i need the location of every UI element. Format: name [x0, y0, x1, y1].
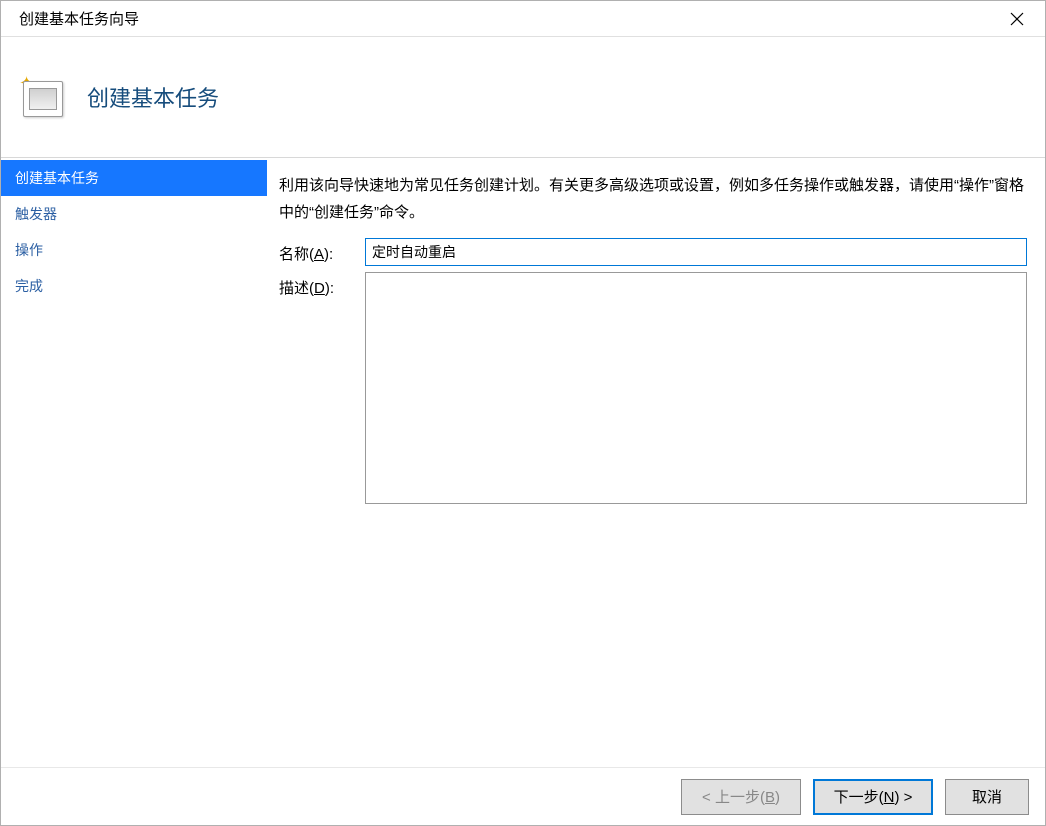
- wizard-description: 利用该向导快速地为常见任务创建计划。有关更多高级选项或设置，例如多任务操作或触发…: [279, 172, 1027, 226]
- wizard-header-title: 创建基本任务: [87, 81, 219, 113]
- sidebar-item-label: 创建基本任务: [15, 168, 99, 188]
- wizard-sidebar: 创建基本任务 触发器 操作 完成: [1, 158, 267, 767]
- description-label: 描述(D):: [279, 272, 365, 298]
- description-textarea[interactable]: [365, 272, 1027, 504]
- sidebar-item-label: 操作: [15, 240, 43, 260]
- sidebar-item-finish[interactable]: 完成: [1, 268, 267, 304]
- sidebar-item-label: 完成: [15, 276, 43, 296]
- sidebar-item-label: 触发器: [15, 204, 57, 224]
- close-button[interactable]: [1007, 9, 1027, 29]
- form-row-description: 描述(D):: [279, 272, 1027, 504]
- next-button[interactable]: 下一步(N) >: [813, 779, 933, 815]
- cancel-button[interactable]: 取消: [945, 779, 1029, 815]
- wizard-header: ✦ 创建基本任务: [1, 37, 1045, 157]
- wizard-body: 创建基本任务 触发器 操作 完成 利用该向导快速地为常见任务创建计划。有关更多高…: [1, 158, 1045, 767]
- close-icon: [1010, 12, 1024, 26]
- task-wizard-icon: ✦: [19, 73, 67, 121]
- sidebar-item-create-basic-task[interactable]: 创建基本任务: [1, 160, 267, 196]
- window-title: 创建基本任务向导: [19, 8, 139, 29]
- sidebar-item-action[interactable]: 操作: [1, 232, 267, 268]
- name-input[interactable]: [365, 238, 1027, 266]
- name-label: 名称(A):: [279, 238, 365, 264]
- back-button: < 上一步(B): [681, 779, 801, 815]
- sidebar-item-trigger[interactable]: 触发器: [1, 196, 267, 232]
- wizard-footer: < 上一步(B) 下一步(N) > 取消: [1, 767, 1045, 825]
- title-bar: 创建基本任务向导: [1, 1, 1045, 37]
- wizard-main-panel: 利用该向导快速地为常见任务创建计划。有关更多高级选项或设置，例如多任务操作或触发…: [267, 158, 1045, 767]
- wizard-window: 创建基本任务向导 ✦ 创建基本任务 创建基本任务 触发器 操作: [0, 0, 1046, 826]
- form-row-name: 名称(A):: [279, 238, 1027, 266]
